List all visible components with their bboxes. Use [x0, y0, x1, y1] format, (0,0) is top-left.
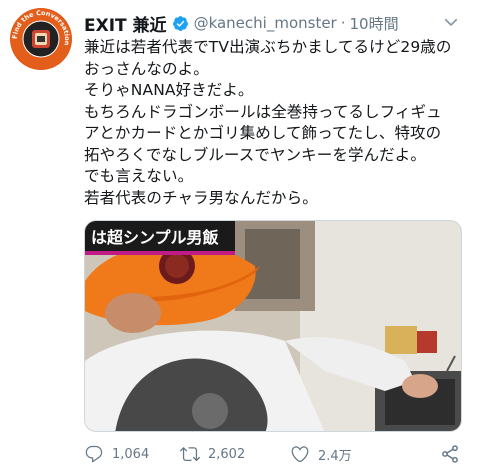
like-count: 2.4万: [318, 448, 352, 464]
share-button[interactable]: [440, 444, 468, 464]
share-icon: [442, 445, 458, 463]
chevron-down-icon[interactable]: [442, 13, 460, 31]
timestamp[interactable]: 10時間: [350, 13, 399, 34]
heart-icon: [291, 446, 309, 463]
reply-button[interactable]: 1,064: [84, 444, 180, 464]
tweet-text: 兼近は若者代表でTV出演ぶちかましてるけど29歳の おっさんなのよ。 そりゃNA…: [84, 38, 452, 207]
retweet-button[interactable]: 2,602: [180, 444, 290, 464]
reply-icon: [85, 445, 103, 463]
display-name[interactable]: EXIT 兼近: [84, 11, 167, 36]
retweet-icon: [180, 447, 200, 462]
tweet-actions: 1,064 2,602 2.4万: [84, 440, 468, 468]
media-caption: は超シンプル男飯: [91, 228, 219, 247]
tweet-media-image[interactable]: は超シンプル男飯: [84, 220, 462, 432]
user-handle[interactable]: @kanechi_monster: [194, 14, 337, 32]
avatar-logo-icon: Find the Conversation: [11, 9, 71, 69]
cooking-photo: は超シンプル男飯: [85, 221, 461, 431]
tweet-header: EXIT 兼近 @kanechi_monster · 10時間: [84, 11, 468, 36]
like-button[interactable]: 2.4万: [290, 444, 410, 464]
retweet-count: 2,602: [208, 446, 246, 462]
reply-count: 1,064: [112, 446, 150, 462]
verified-badge-icon: [172, 15, 188, 31]
separator-dot: ·: [340, 14, 346, 32]
avatar[interactable]: Find the Conversation: [10, 8, 72, 70]
